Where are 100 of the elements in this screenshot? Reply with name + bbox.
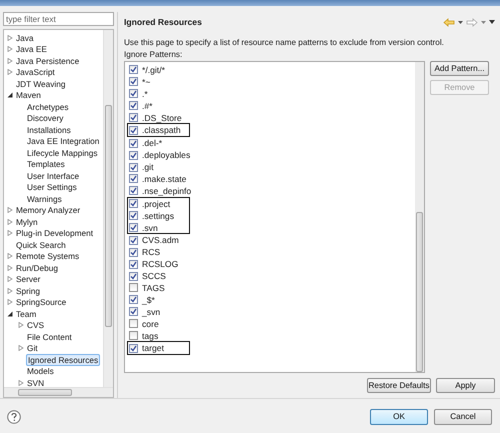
tree-item[interactable]: Models xyxy=(26,366,55,376)
pattern-text: .DS_Store xyxy=(142,112,182,122)
page-description: Use this page to specify a list of resource name patterns to exclude from version control. xyxy=(124,38,445,47)
tree-item[interactable]: Java EE xyxy=(15,44,48,54)
tree-item[interactable]: CVS xyxy=(26,320,46,330)
tree-item[interactable]: Run/Debug xyxy=(15,262,59,273)
checkbox[interactable] xyxy=(129,272,138,281)
checkbox[interactable] xyxy=(129,186,138,196)
collapsed-triangle-icon[interactable] xyxy=(7,276,13,282)
tree-item[interactable]: Archetypes xyxy=(26,102,70,112)
expanded-triangle-icon[interactable] xyxy=(7,92,13,98)
checkbox[interactable] xyxy=(129,307,138,316)
dialog-button[interactable]: Cancel xyxy=(434,408,492,424)
caret-icon[interactable] xyxy=(458,20,463,24)
caret-icon[interactable] xyxy=(481,20,486,24)
tree-item[interactable]: SVN xyxy=(26,378,46,387)
collapsed-triangle-icon[interactable] xyxy=(18,322,24,328)
checkbox[interactable] xyxy=(129,138,138,148)
collapsed-triangle-icon[interactable] xyxy=(7,264,13,271)
pattern-text: TAGS xyxy=(142,282,165,293)
tree-item[interactable]: Java xyxy=(15,32,35,43)
dialog-button[interactable]: OK xyxy=(370,408,428,424)
checkbox[interactable] xyxy=(129,236,138,245)
collapsed-triangle-icon[interactable] xyxy=(7,218,13,225)
tree-item[interactable]: Remote Systems xyxy=(15,251,80,262)
tree-item[interactable]: Team xyxy=(15,308,38,319)
checkbox[interactable] xyxy=(129,77,138,86)
checkbox[interactable] xyxy=(129,89,138,98)
pattern-text: .* xyxy=(142,88,148,99)
checkbox[interactable] xyxy=(129,248,138,257)
tree-item[interactable]: Maven xyxy=(15,90,42,100)
help-icon[interactable] xyxy=(7,410,21,424)
checkbox[interactable] xyxy=(129,101,138,110)
tree-item[interactable]: Git xyxy=(26,343,39,354)
collapsed-triangle-icon[interactable] xyxy=(18,345,24,352)
tree-item[interactable]: User Interface xyxy=(26,170,80,181)
checkbox[interactable] xyxy=(129,283,138,292)
pattern-text: SCCS xyxy=(142,271,166,282)
page-button[interactable]: Restore Defaults xyxy=(367,378,431,393)
collapsed-triangle-icon[interactable] xyxy=(7,299,13,306)
collapsed-triangle-icon[interactable] xyxy=(7,288,13,294)
tree-item[interactable]: Mylyn xyxy=(15,216,39,227)
pattern-text: _svn xyxy=(142,306,160,317)
checkbox[interactable] xyxy=(129,174,138,184)
tree-item[interactable]: Installations xyxy=(26,124,72,135)
tree-item[interactable]: File Content xyxy=(26,332,73,342)
tree-item[interactable]: Java Persistence xyxy=(15,56,80,66)
pattern-text: .#* xyxy=(142,100,153,111)
tree-item[interactable]: Plug-in Development xyxy=(15,228,94,238)
checkbox[interactable] xyxy=(129,344,138,353)
vertical-scrollbar[interactable] xyxy=(103,30,113,387)
expanded-triangle-icon[interactable] xyxy=(7,310,13,317)
tree-item[interactable]: Spring xyxy=(15,286,41,296)
tree-item[interactable]: Warnings xyxy=(26,194,63,204)
tree-item[interactable]: SpringSource xyxy=(15,297,68,308)
collapsed-triangle-icon[interactable] xyxy=(7,34,13,41)
collapsed-triangle-icon[interactable] xyxy=(7,253,13,260)
collapsed-triangle-icon[interactable] xyxy=(7,69,13,76)
page-button[interactable]: Apply xyxy=(436,378,495,393)
checkbox[interactable] xyxy=(129,223,138,232)
pattern-text: _$* xyxy=(142,294,155,305)
vertical-scrollbar[interactable] xyxy=(415,62,424,372)
checkbox[interactable] xyxy=(129,260,138,269)
tree-item[interactable]: User Settings xyxy=(26,182,78,192)
checkbox[interactable] xyxy=(129,295,138,304)
checkbox[interactable] xyxy=(129,162,138,172)
collapsed-triangle-icon[interactable] xyxy=(7,230,13,236)
checkbox[interactable] xyxy=(129,113,138,122)
tree-item[interactable]: JDT Weaving xyxy=(15,78,66,89)
pattern-text: *~ xyxy=(142,76,150,87)
tree-item[interactable]: JavaScript xyxy=(15,67,56,78)
tree-item[interactable]: Lifecycle Mappings xyxy=(26,148,99,158)
tree-item[interactable]: Java EE Integration xyxy=(26,136,100,146)
collapsed-triangle-icon[interactable] xyxy=(7,46,13,52)
checkbox[interactable] xyxy=(129,211,138,220)
tree-item[interactable]: Server xyxy=(15,274,42,284)
pattern-text: .deployables xyxy=(142,150,190,160)
pattern-text: tags xyxy=(142,330,158,341)
pattern-text: .del-* xyxy=(142,138,162,148)
checkbox[interactable] xyxy=(129,331,138,340)
horizontal-scrollbar[interactable] xyxy=(4,387,113,397)
view-menu-icon[interactable] xyxy=(489,20,495,24)
filter-field[interactable]: type filter text xyxy=(3,12,114,26)
collapsed-triangle-icon[interactable] xyxy=(7,58,13,64)
collapsed-triangle-icon[interactable] xyxy=(7,207,13,214)
tree-item[interactable]: Quick Search xyxy=(15,240,67,250)
checkbox[interactable] xyxy=(129,199,138,208)
list-button[interactable]: Add Pattern... xyxy=(430,61,489,76)
checkbox[interactable] xyxy=(129,65,138,74)
tree-item[interactable]: Memory Analyzer xyxy=(15,205,82,216)
checkbox[interactable] xyxy=(129,126,138,135)
tree-item[interactable]: Ignored Resources xyxy=(26,354,100,366)
pattern-text: target xyxy=(142,343,164,354)
checkbox[interactable] xyxy=(129,319,138,328)
tree-item[interactable]: Templates xyxy=(26,159,66,170)
list-label: Ignore Patterns: xyxy=(124,50,184,59)
pattern-text: RCS xyxy=(142,247,160,258)
tree-item[interactable]: Discovery xyxy=(26,113,64,124)
checkbox[interactable] xyxy=(129,150,138,160)
collapsed-triangle-icon[interactable] xyxy=(18,380,24,386)
